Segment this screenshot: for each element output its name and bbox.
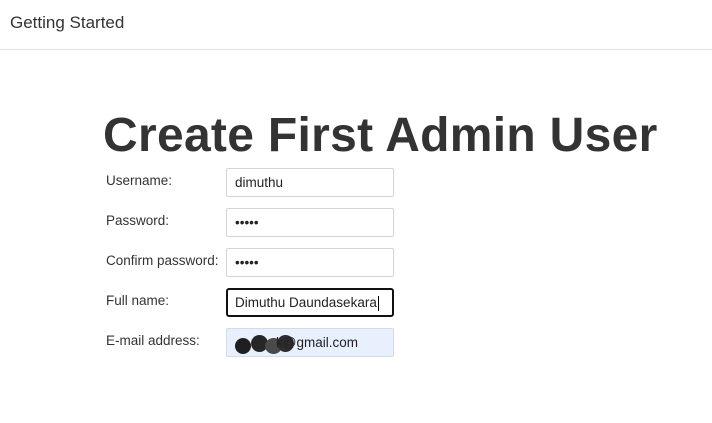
password-value: ••••• [235,215,259,230]
full-name-row: Full name: Dimuthu Daundasekara [106,288,406,318]
email-input[interactable]: k@gmail.com [226,328,394,357]
confirm-password-input[interactable]: ••••• [226,248,394,277]
password-label: Password: [106,213,170,228]
page-title: Create First Admin User [103,109,658,162]
username-label: Username: [106,173,173,188]
password-row: Password: ••••• [106,208,406,238]
full-name-label: Full name: [106,293,170,308]
confirm-password-value: ••••• [235,255,259,270]
email-row: E-mail address: k@gmail.com [106,328,406,358]
top-bar: Getting Started [0,0,712,50]
confirm-password-row: Confirm password: ••••• [106,248,406,278]
password-input[interactable]: ••••• [226,208,394,237]
redaction-mark [235,338,251,354]
full-name-input[interactable]: Dimuthu Daundasekara [226,288,394,317]
username-value: dimuthu [235,175,284,190]
confirm-password-label: Confirm password: [106,253,219,268]
email-label: E-mail address: [106,333,200,348]
email-value: k@gmail.com [276,335,358,350]
username-row: Username: dimuthu [106,168,406,198]
text-caret [377,295,379,311]
username-input[interactable]: dimuthu [226,168,394,197]
full-name-value: Dimuthu Daundasekara [235,295,377,310]
header-title: Getting Started [10,13,125,32]
